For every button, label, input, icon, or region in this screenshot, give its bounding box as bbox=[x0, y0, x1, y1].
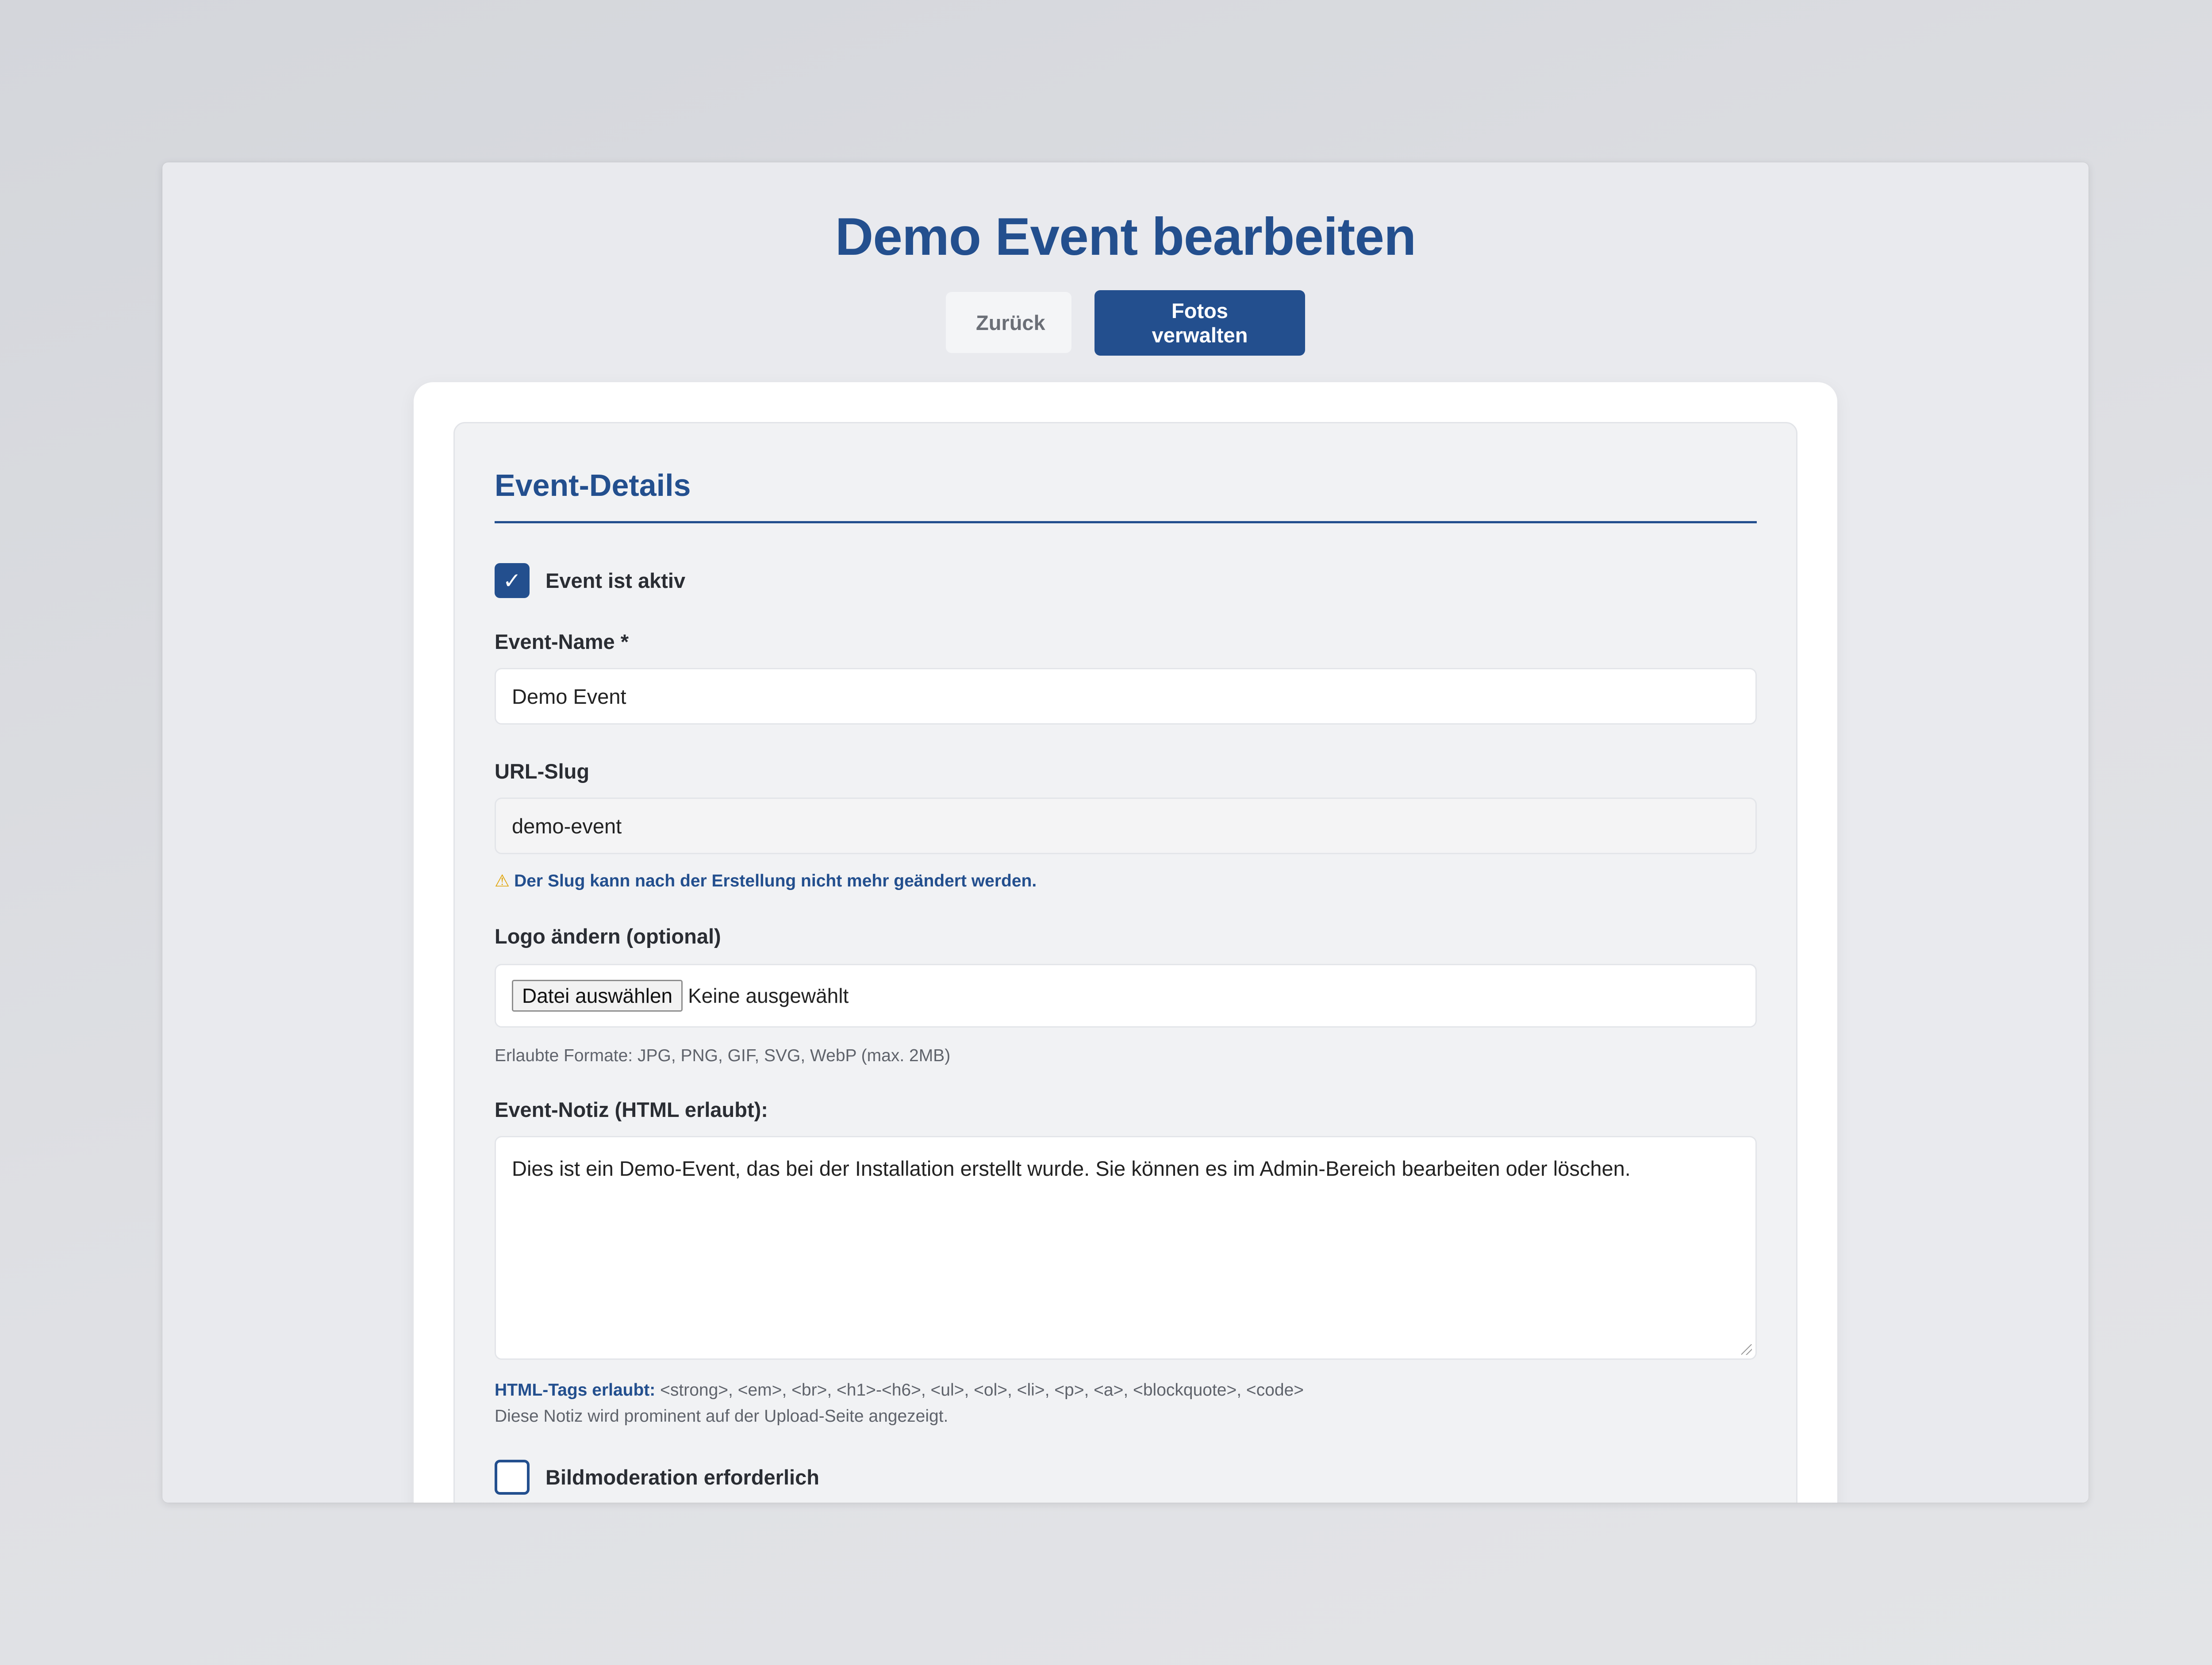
app-window: Demo Event bearbeiten Zurück Fotos verwa… bbox=[162, 162, 2089, 1503]
html-tags-label: HTML-Tags erlaubt: bbox=[495, 1381, 656, 1400]
logo-formats-hint: Erlaubte Formate: JPG, PNG, GIF, SVG, We… bbox=[495, 1046, 951, 1065]
section-title: Event-Details bbox=[495, 468, 691, 503]
active-checkbox-row[interactable]: ✓ Event ist aktiv bbox=[495, 563, 685, 598]
slug-warning: ⚠ Der Slug kann nach der Erstellung nich… bbox=[495, 871, 1037, 891]
html-tags-list: <strong>, <em>, <br>, <h1>-<h6>, <ul>, <… bbox=[655, 1381, 1304, 1400]
url-slug-label: URL-Slug bbox=[495, 760, 590, 783]
form-card: Event-Details ✓ Event ist aktiv Event-Na… bbox=[414, 382, 1837, 1503]
event-details-panel: Event-Details ✓ Event ist aktiv Event-Na… bbox=[453, 422, 1797, 1503]
event-name-input[interactable]: Demo Event bbox=[495, 668, 1757, 725]
warning-icon: ⚠ bbox=[495, 872, 510, 890]
event-name-label: Event-Name * bbox=[495, 630, 629, 653]
slug-warning-text: Der Slug kann nach der Erstellung nicht … bbox=[514, 871, 1037, 890]
event-note-textarea[interactable]: Dies ist ein Demo-Event, das bei der Ins… bbox=[495, 1136, 1757, 1360]
section-divider bbox=[495, 521, 1757, 523]
moderation-checkbox[interactable] bbox=[495, 1460, 530, 1495]
note-display-hint: Diese Notiz wird prominent auf der Uploa… bbox=[495, 1407, 949, 1426]
event-note-label: Event-Notiz (HTML erlaubt): bbox=[495, 1098, 768, 1121]
url-slug-input[interactable]: demo-event bbox=[495, 798, 1757, 854]
header-actions: Zurück Fotos verwalten bbox=[162, 290, 2089, 356]
page-title: Demo Event bearbeiten bbox=[835, 207, 1417, 266]
active-checkbox-label: Event ist aktiv bbox=[545, 569, 686, 592]
url-slug-value: demo-event bbox=[512, 814, 622, 838]
file-status: Keine ausgewählt bbox=[688, 984, 849, 1007]
event-note-value: Dies ist ein Demo-Event, das bei der Ins… bbox=[512, 1157, 1631, 1180]
choose-file-button[interactable]: Datei auswählen bbox=[512, 980, 683, 1012]
moderation-checkbox-row[interactable]: Bildmoderation erforderlich bbox=[495, 1460, 819, 1495]
logo-file-input[interactable]: Datei auswählen Keine ausgewählt bbox=[495, 964, 1757, 1028]
logo-label: Logo ändern (optional) bbox=[495, 925, 721, 948]
html-tags-hint: HTML-Tags erlaubt: <strong>, <em>, <br>,… bbox=[495, 1381, 1304, 1400]
moderation-checkbox-label: Bildmoderation erforderlich bbox=[545, 1466, 819, 1489]
resize-handle[interactable] bbox=[1741, 1344, 1752, 1355]
active-checkbox[interactable]: ✓ bbox=[495, 563, 530, 598]
event-name-value: Demo Event bbox=[512, 684, 626, 708]
manage-photos-button[interactable]: Fotos verwalten bbox=[1094, 290, 1305, 356]
back-button[interactable]: Zurück bbox=[946, 292, 1071, 353]
